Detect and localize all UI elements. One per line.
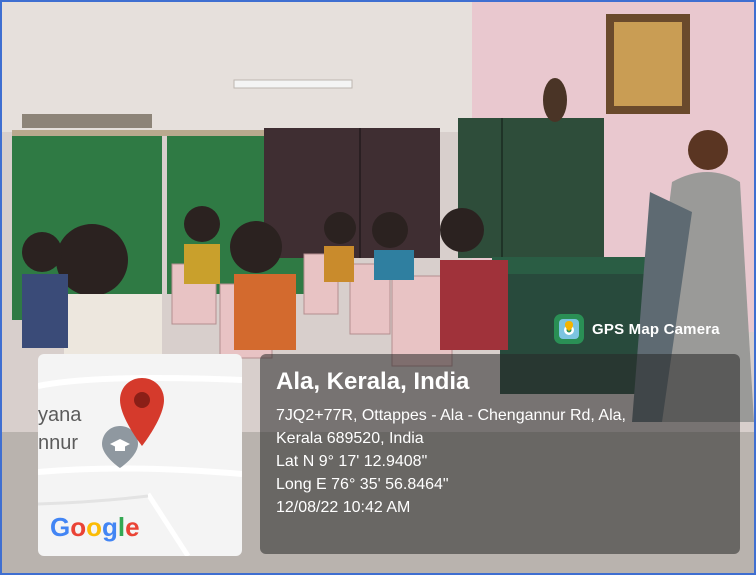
map-thumbnail: yana nnur Google <box>38 354 242 556</box>
app-badge: GPS Map Camera <box>554 314 720 344</box>
latitude-readout: Lat N 9° 17' 12.9408" <box>276 453 428 470</box>
address-line-2: Kerala 689520, India <box>276 430 424 447</box>
place-title: Ala, Kerala, India <box>276 368 470 395</box>
gps-map-camera-icon <box>554 314 584 344</box>
map-place-label-bottom: nnur <box>38 432 79 454</box>
app-badge-label: GPS Map Camera <box>592 320 720 338</box>
google-logo: Google <box>50 512 140 542</box>
address-line-1: 7JQ2+77R, Ottappes - Ala - Chengannur Rd… <box>276 407 626 424</box>
timestamp: 12/08/22 10:42 AM <box>276 499 411 516</box>
location-info-panel: Ala, Kerala, India 7JQ2+77R, Ottappes - … <box>260 354 740 554</box>
map-place-label-top: yana <box>38 404 82 426</box>
photo-frame: GPS Map Camera yana nnur Google Ala, Ker… <box>0 0 756 575</box>
longitude-readout: Long E 76° 35' 56.8464" <box>276 476 449 493</box>
location-pin-icon <box>120 378 164 446</box>
